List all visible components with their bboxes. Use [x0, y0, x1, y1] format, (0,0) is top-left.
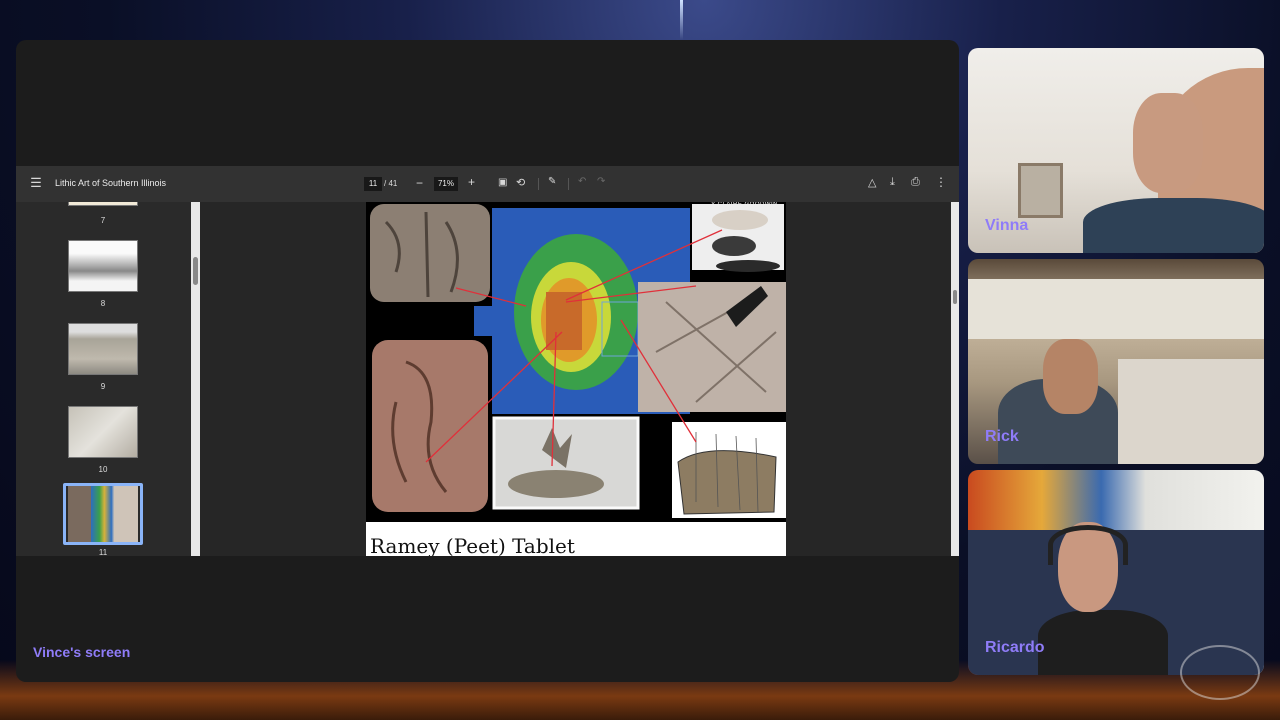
kitchen-cabinets [968, 279, 1264, 339]
thumbnail-label: 11 [98, 548, 108, 556]
thumbnail-page-8[interactable] [68, 240, 138, 292]
participant-shirt [1038, 610, 1168, 675]
menu-icon[interactable]: ☰ [29, 175, 43, 190]
page-caption: Ramey (Peet) Tablet [366, 522, 786, 556]
participant-shirt [1083, 198, 1264, 253]
document-title: Lithic Art of Southern Illinois [55, 178, 167, 188]
thumbnail-label: 7 [100, 216, 106, 225]
kitchen-counter [1118, 359, 1264, 464]
thumbnail-label: 10 [98, 465, 108, 474]
background-light-streak [680, 0, 683, 40]
carved-tablet-top-image [370, 204, 490, 302]
rotate-icon[interactable]: ⟲ [516, 176, 525, 189]
annotate-icon[interactable]: ✎ [548, 176, 556, 187]
thumbnail-sidebar: 7 8 9 10 11 [16, 202, 200, 556]
toolbar-divider [538, 178, 539, 190]
headphones [1048, 525, 1128, 565]
add-to-drive-icon[interactable]: △ [868, 176, 876, 189]
zoom-in-icon[interactable]: + [468, 175, 475, 189]
page-total: / 41 [384, 179, 398, 188]
zoom-out-icon[interactable]: − [416, 176, 423, 190]
pdf-toolbar: ☰ Lithic Art of Southern Illinois 11 / 4… [16, 166, 959, 202]
fit-page-icon[interactable]: ▣ [498, 177, 507, 188]
more-vert-icon[interactable]: ⋮ [935, 175, 947, 189]
thumbnail-page-10[interactable] [68, 406, 138, 458]
page-number-input[interactable]: 11 [364, 177, 382, 191]
wall-frame [1018, 163, 1063, 218]
document-page: Y CLAIRE GOODWIN [366, 202, 786, 556]
stone-closeup-image [638, 282, 786, 412]
thumbnail-page-11[interactable] [68, 486, 138, 542]
page-composite-image [370, 204, 786, 518]
document-scroll-thumb[interactable] [953, 290, 957, 304]
redo-icon[interactable]: ↷ [597, 176, 605, 187]
screen-share-panel: ☰ Lithic Art of Southern Illinois 11 / 4… [16, 40, 959, 682]
pdf-viewer: ☰ Lithic Art of Southern Illinois 11 / 4… [16, 166, 959, 556]
participant-head [1043, 339, 1098, 414]
video-tile-rick[interactable]: Rick [968, 259, 1264, 464]
document-scrollbar[interactable] [951, 202, 959, 556]
sidebar-scroll-thumb[interactable] [193, 257, 198, 285]
participant-name: Rick [985, 428, 1019, 445]
sidebar-scrollbar[interactable] [191, 202, 200, 556]
participant-name: Vinna [985, 217, 1029, 234]
screen-share-label: Vince's screen [33, 644, 131, 660]
participant-name: Ricardo [985, 639, 1045, 656]
toolbar-divider [568, 178, 569, 190]
thumbnail-page-7[interactable] [68, 202, 138, 206]
thumbnail-page-9[interactable] [68, 323, 138, 375]
zoom-level-input[interactable]: 71% [434, 177, 458, 191]
download-icon[interactable]: ⤓ [890, 176, 895, 189]
undo-icon[interactable]: ↶ [578, 176, 586, 187]
video-tile-vinna[interactable]: Vinna [968, 48, 1264, 253]
thumbnail-label: 8 [100, 299, 106, 308]
participant-head [1133, 93, 1203, 193]
watermark-seal [1180, 645, 1260, 700]
print-icon[interactable]: ⎙ [911, 176, 920, 189]
thumbnail-label: 9 [100, 382, 106, 391]
